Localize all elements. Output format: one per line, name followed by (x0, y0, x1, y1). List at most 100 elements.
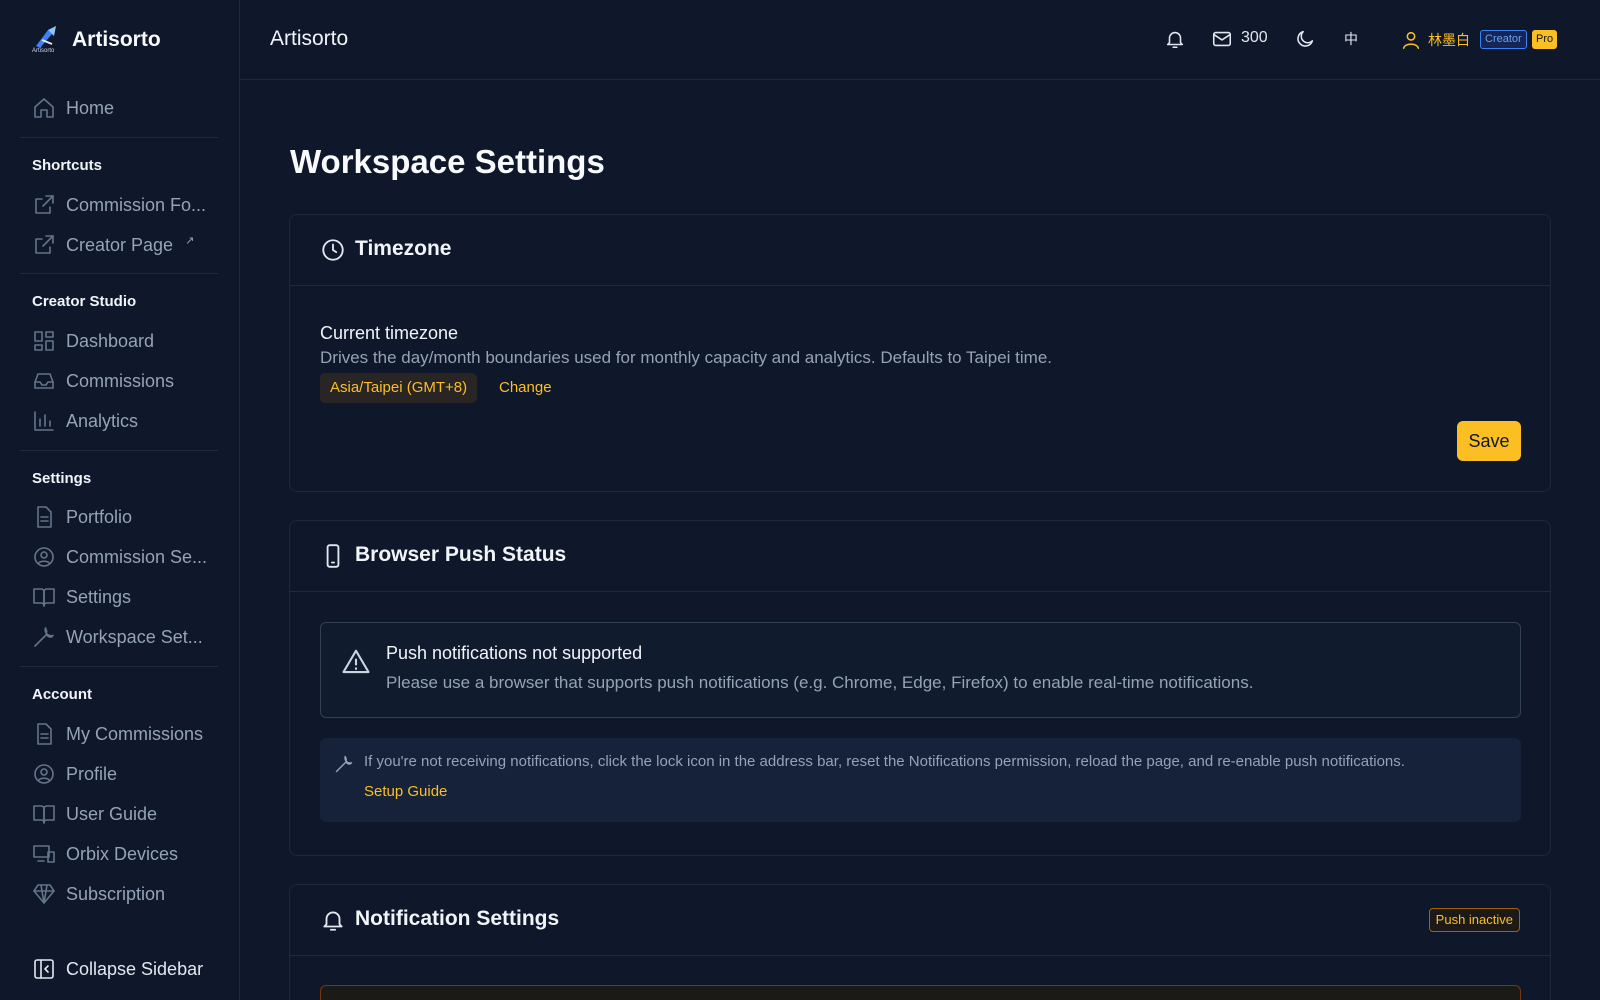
section-title-account: Account (32, 686, 92, 703)
save-button[interactable]: Save (1457, 421, 1521, 461)
sidebar-item-portfolio[interactable]: Portfolio (32, 503, 132, 531)
book-icon (33, 588, 55, 607)
collapse-sidebar-label: Collapse Sidebar (66, 958, 204, 979)
sidebar-item-workspace-settings[interactable]: Workspace Set... (32, 623, 203, 651)
sidebar-item-profile[interactable]: Profile (32, 760, 117, 788)
messages-button[interactable] (1211, 28, 1233, 50)
app: Artisorto Artisorto Home Shortcuts Commi… (0, 0, 1600, 1000)
sidebar-item-commission-settings[interactable]: Commission Se... (32, 543, 207, 571)
wrench-icon (34, 627, 54, 647)
external-link-icon (35, 235, 54, 254)
push-unsupported-alert: Push notifications not supported Please … (320, 622, 1521, 718)
notifications-button[interactable] (1164, 28, 1186, 50)
card-title: Timezone (355, 237, 452, 260)
card-header: Timezone (290, 215, 1550, 286)
timezone-value: Asia/Taipei (GMT+8) (320, 373, 478, 403)
sidebar-item-user-guide[interactable]: User Guide (32, 800, 157, 828)
section-title-shortcuts: Shortcuts (32, 157, 103, 174)
timezone-description: Drives the day/month boundaries used for… (320, 348, 1053, 367)
sidebar-item-label: Workspace Set... (66, 626, 203, 647)
alert-title: Push notifications not supported (386, 643, 643, 663)
user-circle-icon (34, 547, 54, 567)
clock-icon (322, 239, 344, 261)
sidebar-item-dashboard[interactable]: Dashboard (32, 327, 154, 355)
theme-toggle-button[interactable] (1294, 28, 1316, 50)
sidebar-item-label: Analytics (66, 410, 139, 431)
sidebar-item-label: User Guide (66, 803, 158, 824)
card-header: Notification Settings Push inactive (290, 885, 1550, 956)
wrench-icon (335, 755, 353, 773)
top-header: Artisorto 300 中 林墨白 Creator Pro (240, 0, 1600, 80)
brand-name: Artisorto (72, 28, 161, 51)
home-icon (34, 98, 54, 118)
diamond-icon (33, 884, 55, 904)
push-status-card: Browser Push Status Push notifications n… (289, 520, 1551, 856)
sidebar-item-label: Dashboard (66, 330, 155, 351)
card-title: Browser Push Status (355, 543, 567, 566)
hint-text: If you're not receiving notifications, c… (364, 753, 1405, 770)
user-name[interactable]: 林墨白 (1428, 30, 1470, 50)
push-status-badge: Push inactive (1428, 908, 1520, 932)
timezone-label: Current timezone (320, 323, 459, 343)
pro-badge: Pro (1532, 30, 1558, 49)
push-troubleshoot-hint: If you're not receiving notifications, c… (320, 738, 1521, 822)
sidebar-item-label: Settings (66, 586, 132, 607)
user-circle-icon (34, 764, 54, 784)
card-header: Browser Push Status (290, 521, 1550, 592)
sidebar-item-settings[interactable]: Settings (32, 583, 131, 611)
document-icon (37, 723, 52, 745)
setup-guide-link[interactable]: Setup Guide (364, 783, 447, 800)
sidebar-item-label: Portfolio (66, 506, 133, 527)
divider (20, 666, 218, 667)
section-title-settings: Settings (32, 470, 92, 487)
bar-chart-icon (34, 411, 54, 431)
notification-warning-panel (320, 985, 1521, 1000)
sidebar-item-creator-page[interactable]: Creator Page ↗ (32, 231, 194, 259)
book-icon (33, 805, 55, 824)
section-title-creator-studio: Creator Studio (32, 293, 137, 310)
collapse-sidebar-button[interactable]: Collapse Sidebar (32, 955, 203, 983)
sidebar-item-orbix-devices[interactable]: Orbix Devices (32, 840, 178, 868)
bell-icon (323, 911, 343, 931)
sidebar-item-label: Home (66, 97, 115, 118)
sidebar-item-commission-form[interactable]: Commission Fo... (32, 191, 206, 219)
sidebar-item-label: Commission Se... (66, 546, 208, 567)
inbox-icon (34, 373, 54, 389)
card-title: Notification Settings (355, 907, 560, 930)
page-title: Workspace Settings (290, 143, 605, 180)
devices-icon (33, 845, 55, 863)
collapse-sidebar-icon (34, 959, 54, 979)
divider (20, 273, 218, 274)
brand[interactable]: Artisorto Artisorto (32, 24, 161, 56)
alert-description: Please use a browser that supports push … (386, 673, 1254, 692)
sidebar-item-my-commissions[interactable]: My Commissions (32, 720, 203, 748)
sidebar-item-label: Commissions (66, 370, 175, 391)
sidebar-item-home[interactable]: Home (32, 94, 114, 122)
dashboard-icon (34, 331, 54, 351)
header-title: Artisorto (270, 27, 349, 50)
bell-icon (1166, 31, 1184, 49)
moon-icon (1297, 30, 1314, 47)
sidebar-item-label: Commission Fo... (66, 194, 207, 215)
sidebar-item-analytics[interactable]: Analytics (32, 407, 138, 435)
language-switch[interactable]: 中 (1344, 29, 1358, 49)
external-mark-icon: ↗ (185, 234, 195, 247)
user-menu-button[interactable] (1400, 29, 1422, 51)
sidebar-item-label: My Commissions (66, 723, 204, 744)
sidebar-item-commissions[interactable]: Commissions (32, 367, 174, 395)
divider (20, 137, 218, 138)
sidebar-item-label: Profile (66, 763, 118, 784)
timezone-card: Timezone Current timezone Drives the day… (289, 214, 1551, 492)
sidebar: Artisorto Artisorto Home Shortcuts Commi… (0, 0, 240, 1000)
sidebar-item-label: Orbix Devices (66, 843, 179, 864)
brand-logo-text: Artisorto (32, 48, 55, 54)
brand-logo-icon: Artisorto (32, 24, 62, 56)
warning-icon (342, 649, 370, 674)
divider (20, 450, 218, 451)
sidebar-item-subscription[interactable]: Subscription (32, 880, 165, 908)
sidebar-item-label: Creator Page (66, 234, 174, 255)
change-timezone-link[interactable]: Change (499, 379, 552, 396)
notification-settings-card: Notification Settings Push inactive (289, 884, 1551, 1000)
creator-badge: Creator (1480, 30, 1527, 49)
mail-count[interactable]: 300 (1241, 29, 1268, 47)
